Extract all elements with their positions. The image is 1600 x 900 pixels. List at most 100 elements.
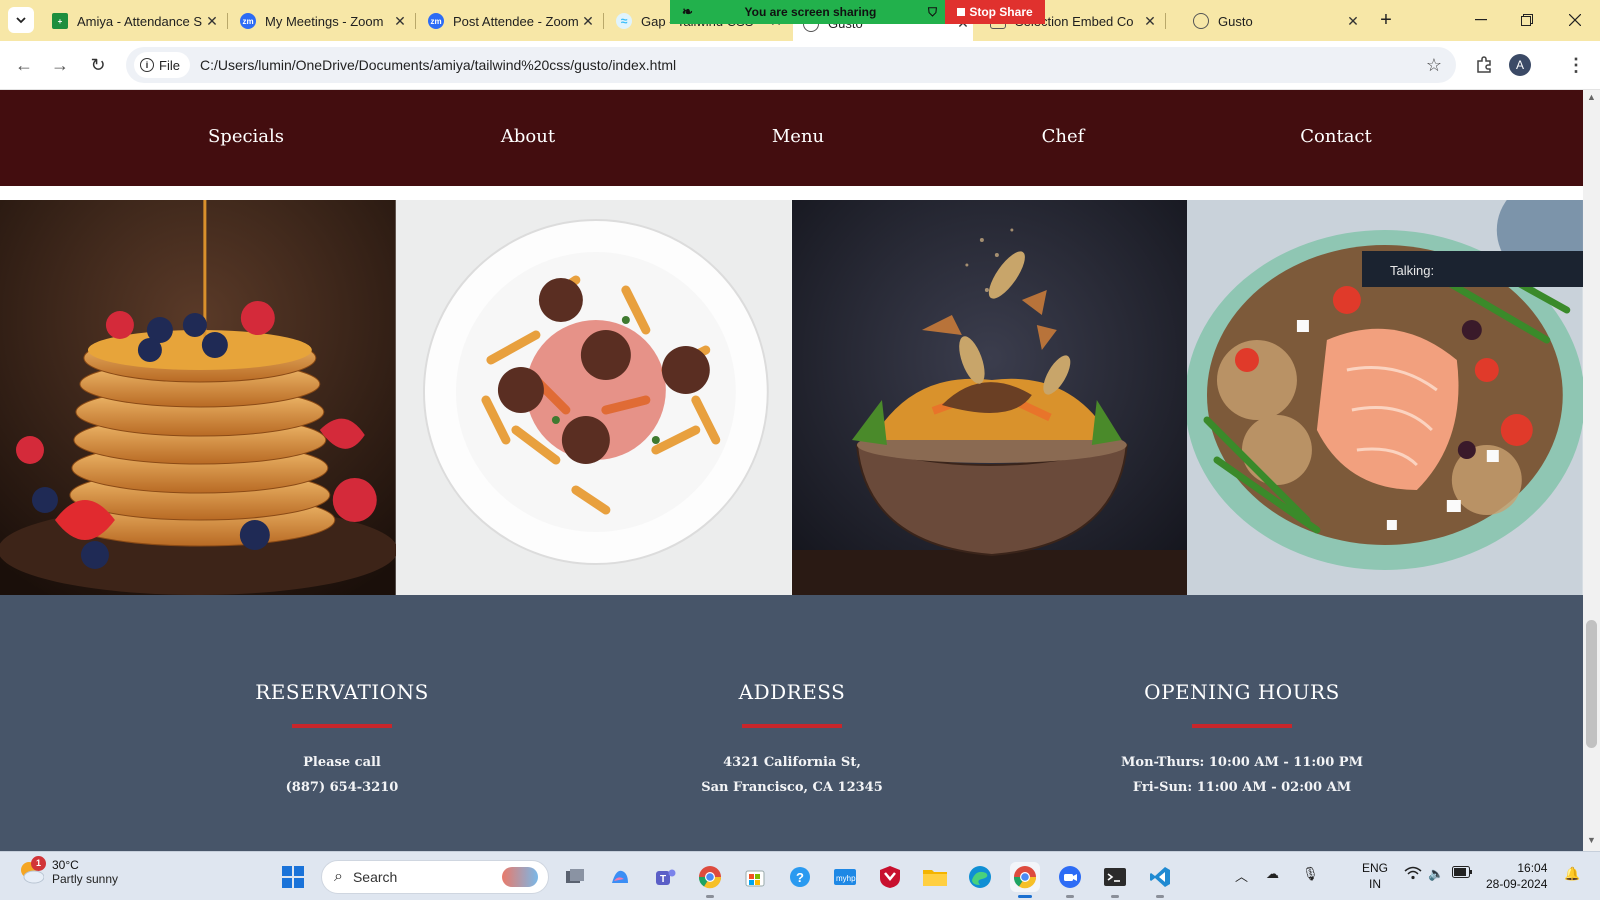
forward-button[interactable]: → (48, 53, 72, 77)
nav-chef[interactable]: Chef (1042, 126, 1085, 147)
tab-gusto[interactable]: Gusto ✕ (1183, 6, 1363, 36)
temperature: 30°C (52, 858, 79, 872)
clock-time: 16:04 (1517, 861, 1548, 875)
zoom-button[interactable] (1055, 862, 1085, 898)
reload-button[interactable]: ↻ (86, 53, 110, 77)
chevron-up-icon[interactable]: ︿ (1235, 866, 1248, 885)
tab-label: My Meetings - Zoom (265, 13, 384, 29)
task-view-icon (566, 869, 584, 883)
heading-underline (742, 724, 842, 728)
nav-about[interactable]: About (501, 126, 555, 147)
site-info-label: File (159, 57, 180, 73)
minimize-icon (1475, 19, 1487, 21)
tailwind-icon: ≈ (616, 13, 632, 29)
pancakes-image (0, 200, 396, 595)
weather-condition: Partly sunny (52, 872, 119, 886)
browser-menu-button[interactable]: ⋮ (1564, 53, 1588, 77)
svg-text:?: ? (796, 870, 804, 885)
food-gallery (0, 200, 1583, 595)
page-viewport: Specials About Menu Chef Contact RESERVA… (0, 90, 1583, 851)
nav-contact[interactable]: Contact (1300, 126, 1371, 147)
reload-icon: ↻ (90, 54, 106, 75)
address-heading: ADDRESS (738, 680, 846, 704)
globe-icon (1193, 13, 1209, 29)
scroll-down-icon[interactable]: ▼ (1583, 835, 1600, 849)
back-button[interactable]: ← (12, 53, 36, 77)
new-tab-button[interactable]: + (1375, 10, 1397, 32)
chrome-active-button[interactable] (1010, 862, 1040, 898)
kebab-menu-icon: ⋮ (1567, 54, 1585, 75)
svg-text:T: T (660, 874, 666, 885)
tab-post-attendee-zoom[interactable]: zm Post Attendee - Zoom ✕ (418, 6, 604, 36)
mcafee-shield-icon (880, 866, 900, 888)
scroll-thumb[interactable] (1586, 620, 1597, 748)
close-icon[interactable]: ✕ (1343, 13, 1363, 30)
tab-my-meetings-zoom[interactable]: zm My Meetings - Zoom ✕ (230, 6, 416, 36)
search-highlight-icon (502, 867, 538, 887)
minimize-button[interactable] (1458, 0, 1504, 40)
opening-hours-heading: OPENING HOURS (1144, 680, 1340, 704)
close-icon[interactable]: ✕ (1140, 13, 1160, 30)
mcafee-button[interactable] (875, 862, 905, 892)
tab-label: Post Attendee - Zoom (453, 13, 578, 29)
copilot-button[interactable] (605, 862, 635, 892)
taskbar-search[interactable]: ⌕ Search (321, 860, 549, 894)
stop-share-button[interactable]: Stop Share (945, 0, 1045, 24)
reservations-heading: RESERVATIONS (255, 680, 429, 704)
nav-menu[interactable]: Menu (772, 126, 824, 147)
browser-tab-strip: + Amiya - Attendance S ✕ zm My Meetings … (0, 0, 1600, 41)
file-explorer-button[interactable] (920, 862, 950, 892)
chrome-button[interactable] (695, 862, 725, 898)
restore-button[interactable] (1504, 0, 1550, 40)
profile-button[interactable]: A (1508, 53, 1532, 77)
bookmark-star-icon[interactable]: ☆ (1426, 55, 1442, 76)
wifi-icon[interactable] (1404, 866, 1422, 883)
start-button[interactable] (278, 862, 308, 892)
close-icon (1569, 14, 1581, 26)
stop-icon (957, 8, 966, 16)
address-line1: 4321 California St, (723, 755, 861, 770)
weather-widget[interactable]: 1 30°C Partly sunny (18, 856, 119, 886)
puzzle-icon (1477, 56, 1491, 73)
microphone-icon[interactable]: 🎙 (1302, 866, 1319, 882)
vscode-button[interactable] (1145, 862, 1175, 898)
address-bar[interactable]: i File C:/Users/lumin/OneDrive/Documents… (126, 47, 1456, 83)
terminal-button[interactable] (1100, 862, 1130, 898)
svg-text:myhp: myhp (836, 874, 856, 883)
scroll-up-icon[interactable]: ▲ (1583, 92, 1600, 106)
store-button[interactable] (740, 862, 770, 892)
nav-specials[interactable]: Specials (208, 126, 284, 147)
close-window-button[interactable] (1552, 0, 1598, 40)
pasta-meatballs-image (395, 200, 792, 595)
edge-button[interactable] (965, 862, 995, 892)
help-button[interactable]: ? (785, 862, 815, 892)
url-text[interactable]: C:/Users/lumin/OneDrive/Documents/amiya/… (200, 57, 1426, 73)
close-icon[interactable]: ✕ (390, 13, 410, 30)
copilot-icon (612, 870, 628, 883)
task-view-button[interactable] (560, 862, 590, 892)
language-indicator[interactable]: ENG IN (1362, 860, 1388, 892)
volume-icon[interactable]: 🔈 (1428, 866, 1444, 882)
terminal-icon (1104, 868, 1126, 886)
store-icon (745, 870, 765, 887)
flying-bowl-image (791, 200, 1188, 595)
taskbar: 1 30°C Partly sunny ⌕ Search T ? myhp ︿ … (0, 851, 1600, 900)
mylp-button[interactable]: myhp (830, 862, 860, 892)
chrome-icon (1013, 866, 1037, 889)
onedrive-icon[interactable]: ☁ (1266, 866, 1279, 882)
heading-underline (292, 724, 392, 728)
chevron-down-icon (16, 16, 26, 23)
tab-search-button[interactable] (8, 7, 34, 33)
battery-icon[interactable] (1452, 866, 1472, 881)
page-scrollbar[interactable]: ▲ ▼ (1583, 90, 1600, 851)
close-icon[interactable]: ✕ (202, 13, 222, 30)
tab-label: Amiya - Attendance S (77, 13, 202, 29)
tab-amiya-attendance[interactable]: + Amiya - Attendance S ✕ (42, 6, 228, 36)
notification-icon[interactable]: 🔔 (1564, 866, 1580, 882)
system-clock[interactable]: 16:04 28-09-2024 (1486, 860, 1547, 892)
extensions-button[interactable] (1472, 53, 1496, 77)
browser-toolbar: ← → ↻ i File C:/Users/lumin/OneDrive/Doc… (0, 41, 1600, 90)
close-icon[interactable]: ✕ (578, 13, 598, 30)
teams-button[interactable]: T (650, 862, 680, 892)
site-info-chip[interactable]: i File (134, 52, 190, 78)
